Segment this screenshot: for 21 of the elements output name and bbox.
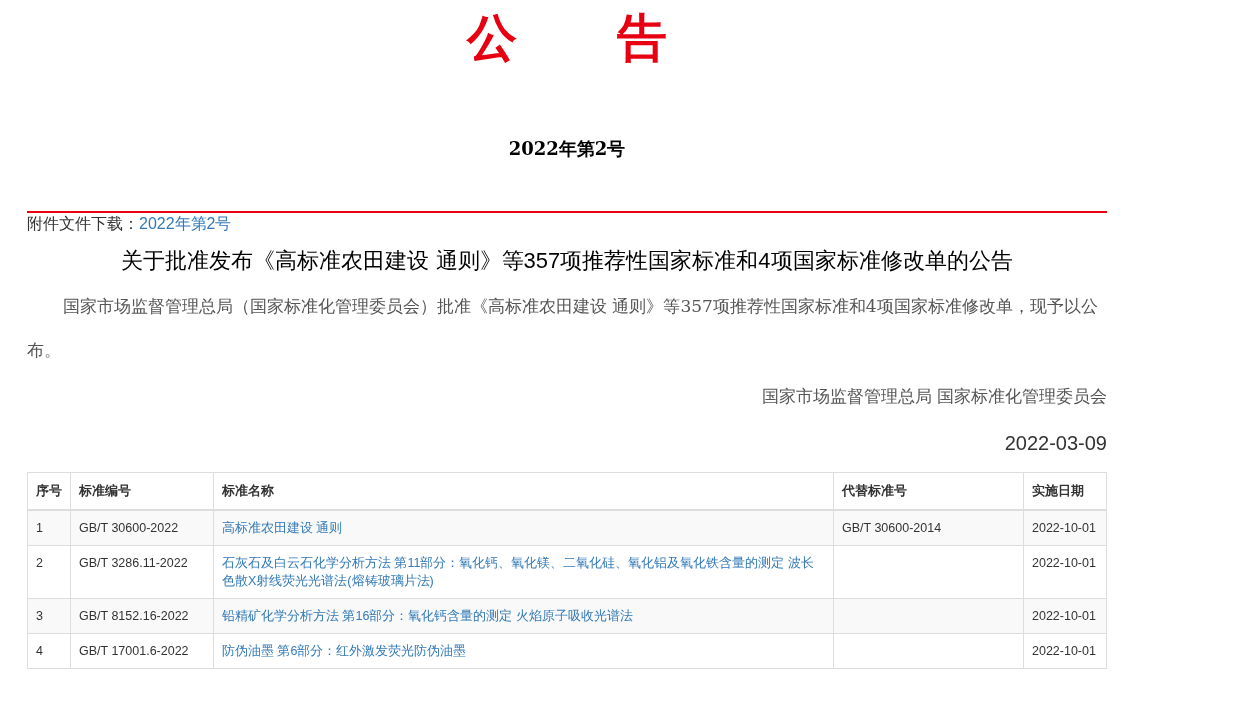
table-cell: 2022-10-01: [1023, 633, 1107, 669]
table-cell: 1: [27, 510, 71, 546]
table-cell: 4: [27, 633, 71, 669]
issue-number: 2022年第2号: [508, 137, 626, 161]
table-cell: GB/T 17001.6-2022: [70, 633, 214, 669]
table-cell: GB/T 30600-2022: [70, 510, 214, 546]
attachment-link[interactable]: 2022年第2号: [139, 213, 232, 235]
table-cell: 2022-10-01: [1023, 545, 1107, 599]
table-cell: 2022-10-01: [1023, 598, 1107, 634]
notice-heading: 关于批准发布《高标准农田建设 通则》等357项推荐性国家标准和4项国家标准修改单的公告: [121, 247, 1013, 275]
table-cell: GB/T 30600-2014: [833, 510, 1024, 546]
signature: 国家市场监督管理总局 国家标准化管理委员会: [761, 385, 1107, 408]
attachment-label: 附件文件下载：: [27, 214, 139, 234]
table-cell: 2: [27, 545, 71, 599]
table-cell: 2022-10-01: [1023, 510, 1107, 546]
notice-date: 2022-03-09: [1004, 431, 1107, 456]
notice-body: 国家市场监督管理总局（国家标准化管理委员会）批准《高标准农田建设 通则》等357项推荐性国家标准和4项国家标准修改单，现予以公布。: [27, 295, 1099, 362]
notice-title: 公 告: [467, 7, 667, 69]
table-cell: 3: [27, 598, 71, 634]
table-cell: GB/T 8152.16-2022: [70, 598, 214, 634]
table-cell: GB/T 3286.11-2022: [70, 545, 214, 599]
